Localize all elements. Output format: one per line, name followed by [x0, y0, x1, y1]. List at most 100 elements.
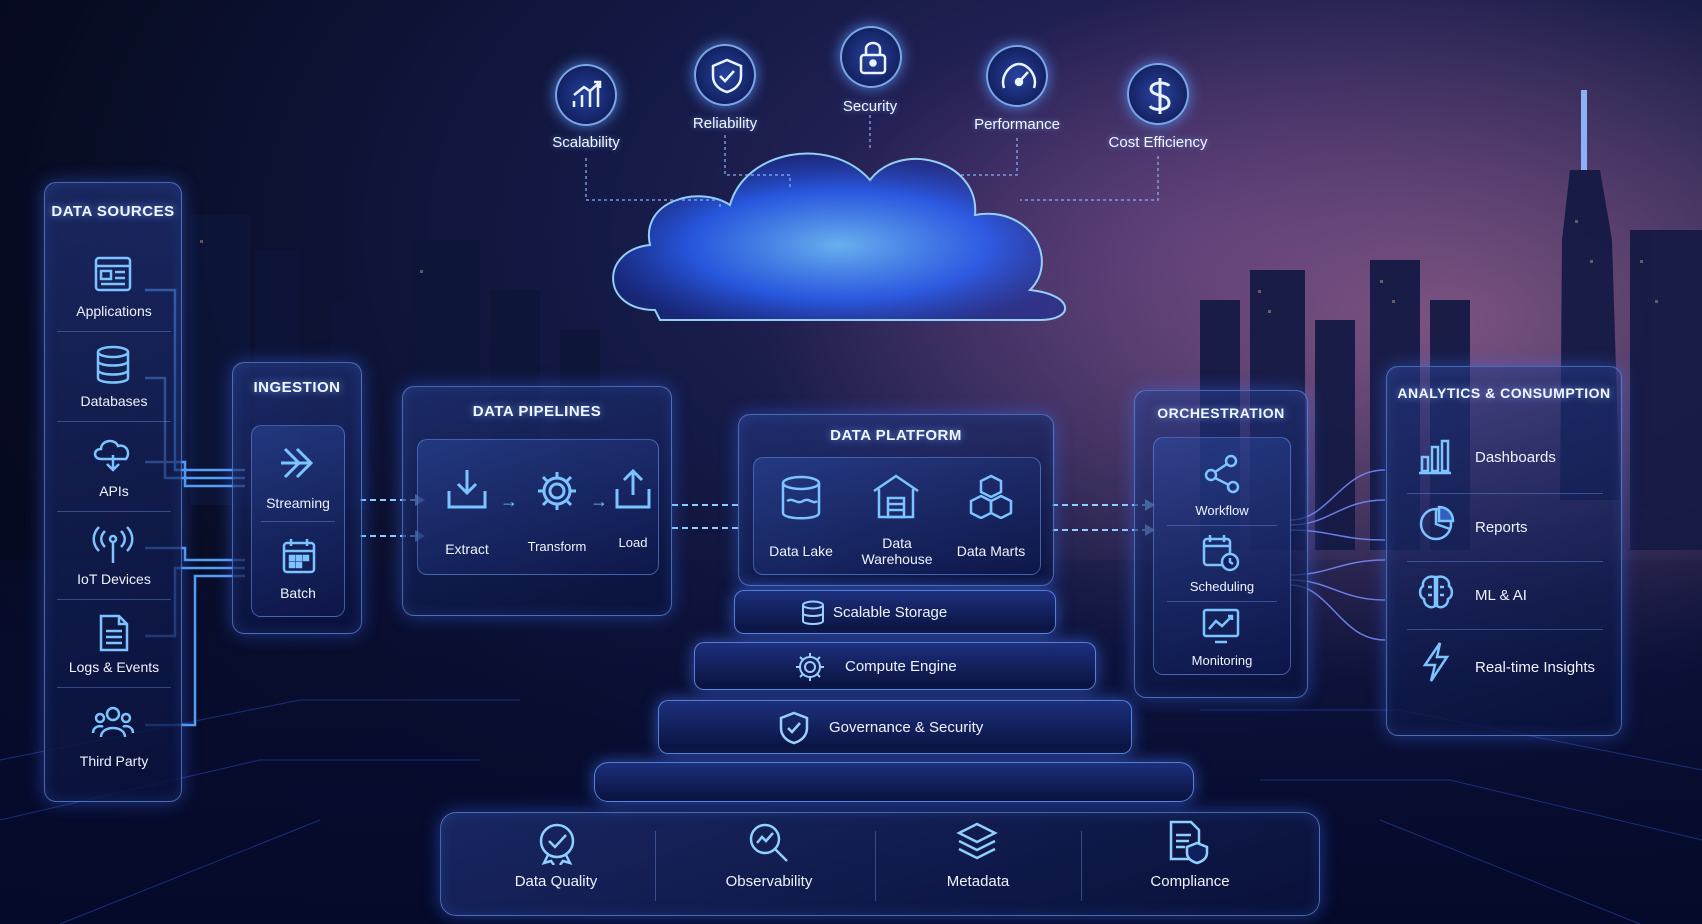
data-sources-title: DATA SOURCES: [51, 203, 175, 220]
source-label-databases: Databases: [80, 393, 148, 409]
tier-governance-security: Governance & Security: [658, 700, 1132, 754]
database-icon: [801, 600, 825, 626]
source-label-apis: APIs: [99, 483, 129, 499]
badge-check-icon: [536, 821, 578, 865]
pillar-scalability-ring: [555, 64, 617, 126]
foundation-label-compliance: Compliance: [1150, 873, 1230, 890]
upload-tray-icon: [613, 467, 653, 511]
ingestion-title: INGESTION: [253, 379, 341, 396]
analytics-title: ANALYTICS & CONSUMPTION: [1397, 385, 1611, 401]
analytics-label-realtime-insights: Real-time Insights: [1475, 659, 1596, 676]
foundation-separator: [655, 831, 656, 901]
database-icon: [95, 345, 131, 385]
analytics-divider: [1407, 561, 1603, 562]
foundation-separator: [1081, 831, 1082, 901]
platform-label-data-warehouse: Data Warehouse: [861, 535, 933, 567]
source-label-third-party: Third Party: [79, 753, 149, 769]
pillar-performance-ring: [986, 45, 1048, 107]
brain-icon: [1417, 573, 1455, 611]
pipeline-label-load: Load: [618, 535, 648, 550]
lake-cylinder-icon: [779, 475, 823, 521]
foundation-label-observability: Observability: [725, 873, 813, 890]
source-label-logs-events: Logs & Events: [68, 659, 160, 675]
pillar-label-reliability: Reliability: [692, 115, 758, 132]
orchestration-label-scheduling: Scheduling: [1189, 579, 1255, 594]
application-window-icon: [93, 255, 133, 293]
pie-chart-icon: [1417, 505, 1455, 543]
antenna-icon: [91, 525, 135, 565]
orchestration-label-workflow: Workflow: [1195, 503, 1249, 518]
platform-label-data-lake: Data Lake: [769, 543, 833, 559]
magnifier-chart-icon: [747, 821, 791, 865]
ingestion-divider: [261, 521, 335, 522]
tier-scalable-storage: Scalable Storage: [734, 590, 1056, 634]
ingestion-panel: INGESTION Streaming Batch: [232, 362, 362, 634]
download-tray-icon: [445, 467, 489, 511]
bar-chart-icon: [1417, 437, 1453, 475]
pipeline-arrow: →: [500, 491, 518, 511]
foundation-separator: [875, 831, 876, 901]
analytics-panel: ANALYTICS & CONSUMPTION Dashboards Repor…: [1386, 366, 1622, 736]
source-label-iot-devices: IoT Devices: [77, 571, 151, 587]
orchestration-divider: [1167, 525, 1277, 526]
source-divider: [57, 331, 171, 332]
data-platform-panel: DATA PLATFORM Data Lake Data Warehouse D…: [738, 414, 1054, 586]
calendar-grid-icon: [281, 537, 317, 575]
pillar-label-security: Security: [842, 98, 898, 115]
calendar-clock-icon: [1201, 533, 1241, 573]
pipeline-label-transform: Transform: [527, 539, 587, 554]
analytics-label-dashboards: Dashboards: [1475, 449, 1556, 466]
orchestration-divider: [1167, 601, 1277, 602]
ingestion-label-batch: Batch: [280, 585, 316, 601]
shield-check-icon: [779, 711, 809, 745]
layers-stack-icon: [955, 821, 999, 865]
source-divider: [57, 599, 171, 600]
lock-icon: [857, 39, 889, 77]
foundation-label-metadata: Metadata: [946, 873, 1010, 890]
pipeline-arrow: →: [590, 491, 608, 511]
cubes-icon: [967, 473, 1015, 519]
orchestration-panel: ORCHESTRATION Workflow Scheduling Monito…: [1134, 390, 1308, 698]
speedometer-icon: [1000, 60, 1038, 94]
pillar-label-scalability: Scalability: [552, 134, 620, 151]
pillar-label-performance: Performance: [974, 116, 1060, 133]
gear-icon: [535, 469, 579, 513]
source-label-applications: Applications: [76, 303, 152, 319]
analytics-divider: [1407, 629, 1603, 630]
pillar-cost-ring: [1127, 63, 1189, 125]
analytics-divider: [1407, 493, 1603, 494]
tier-label-compute-engine: Compute Engine: [845, 658, 957, 675]
analytics-label-ml-ai: ML & AI: [1475, 587, 1527, 604]
source-divider: [57, 511, 171, 512]
ingestion-label-streaming: Streaming: [266, 495, 330, 511]
platform-base: [594, 762, 1194, 802]
dollar-icon: [1147, 76, 1173, 116]
double-chevron-icon: [279, 443, 319, 483]
pillar-label-cost-efficiency: Cost Efficiency: [1108, 134, 1208, 151]
data-sources-panel: DATA SOURCES Applications Databases APIs…: [44, 182, 182, 802]
chart-growth-icon: [570, 79, 604, 113]
document-shield-icon: [1167, 819, 1209, 865]
foundation-label-data-quality: Data Quality: [514, 873, 598, 890]
data-pipelines-panel: DATA PIPELINES Extract → Transform → Loa…: [402, 386, 672, 616]
shield-check-icon: [710, 57, 744, 95]
source-divider: [57, 687, 171, 688]
platform-label-data-marts: Data Marts: [956, 543, 1026, 559]
analytics-label-reports: Reports: [1475, 519, 1528, 536]
tier-compute-engine: Compute Engine: [694, 642, 1096, 690]
workflow-nodes-icon: [1201, 453, 1243, 495]
monitor-chart-icon: [1201, 607, 1241, 645]
pillar-security-ring: [840, 26, 902, 88]
lightning-icon: [1421, 641, 1451, 683]
warehouse-icon: [871, 473, 921, 519]
orchestration-title: ORCHESTRATION: [1157, 405, 1285, 421]
document-log-icon: [97, 613, 131, 653]
orchestration-label-monitoring: Monitoring: [1191, 653, 1253, 668]
foundation-bar: Data Quality Observability Metadata Comp…: [440, 812, 1320, 916]
data-pipelines-title: DATA PIPELINES: [472, 403, 602, 420]
tier-label-governance-security: Governance & Security: [829, 719, 984, 736]
people-icon: [91, 703, 135, 741]
chip-gear-icon: [795, 652, 825, 682]
tier-label-scalable-storage: Scalable Storage: [833, 604, 948, 621]
pillar-reliability-ring: [694, 44, 756, 106]
